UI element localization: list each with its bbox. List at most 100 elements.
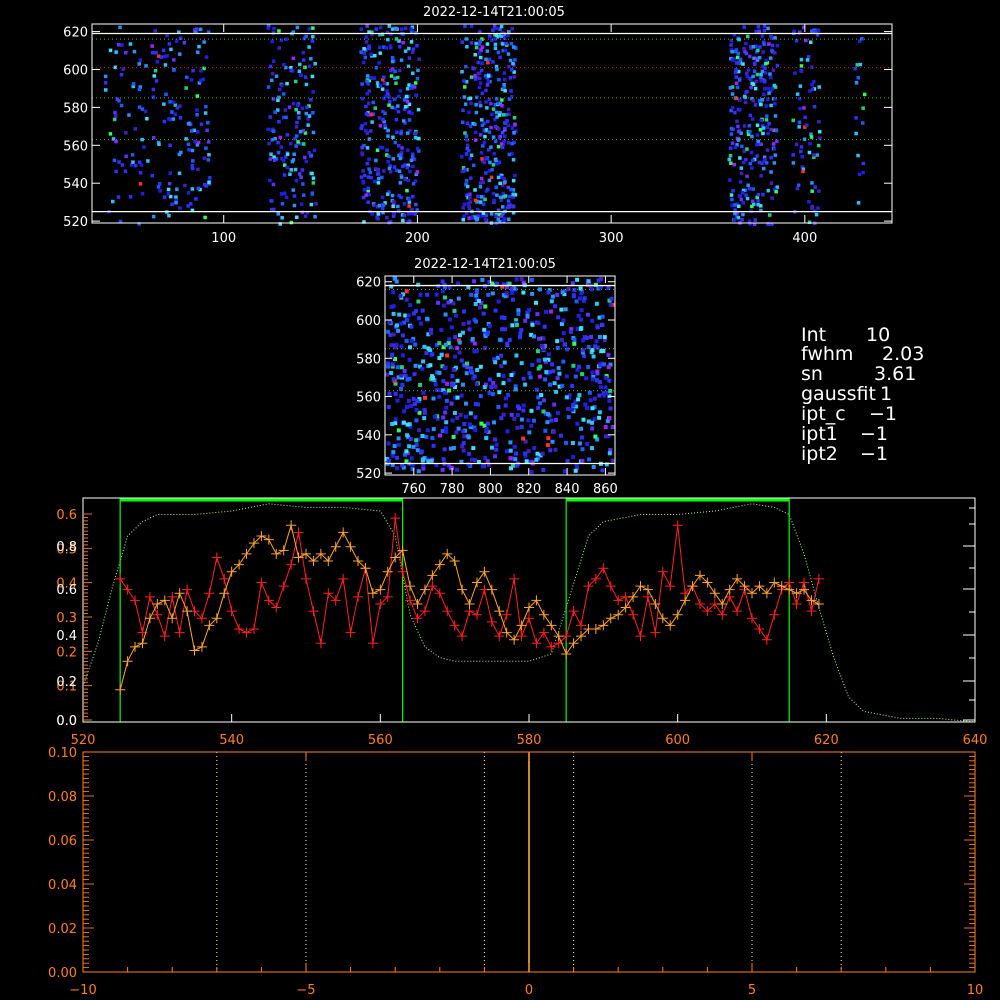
data-pixel bbox=[405, 100, 410, 104]
data-pixel bbox=[498, 337, 503, 342]
data-pixel bbox=[741, 212, 745, 217]
data-pixel bbox=[393, 276, 398, 281]
data-pixel bbox=[467, 110, 471, 115]
data-pixel bbox=[753, 86, 758, 91]
data-pixel bbox=[482, 346, 487, 350]
data-pixel bbox=[117, 160, 121, 164]
data-pixel bbox=[386, 441, 391, 446]
data-pixel bbox=[473, 198, 478, 203]
data-pixel bbox=[411, 182, 416, 186]
data-pixel bbox=[364, 40, 369, 44]
data-pixel bbox=[395, 323, 399, 328]
data-pixel bbox=[730, 50, 734, 54]
data-pixel bbox=[365, 74, 370, 78]
data-pixel bbox=[113, 110, 117, 115]
data-pixel bbox=[284, 195, 289, 199]
data-pixel bbox=[579, 435, 584, 440]
data-pixel bbox=[603, 425, 608, 429]
data-pixel bbox=[586, 365, 591, 369]
data-pixel bbox=[431, 427, 436, 432]
data-pixel bbox=[403, 26, 408, 30]
profile-line-panel: 520 540 560 580 600 620 6400.00.10.20.30.40.50… bbox=[56, 497, 987, 748]
data-pixel bbox=[304, 82, 309, 87]
data-pixel bbox=[861, 170, 865, 175]
data-pixel bbox=[117, 99, 121, 103]
data-pixel bbox=[484, 88, 488, 93]
data-pixel bbox=[393, 417, 398, 422]
data-pixel bbox=[400, 382, 405, 387]
data-pixel bbox=[486, 119, 490, 124]
data-pixel bbox=[763, 86, 767, 91]
data-pixel bbox=[310, 39, 315, 43]
data-pixel bbox=[483, 217, 488, 222]
data-pixel bbox=[484, 436, 489, 441]
data-pixel bbox=[409, 403, 414, 408]
data-pixel bbox=[443, 426, 448, 431]
data-pixel bbox=[728, 86, 733, 90]
data-pixel bbox=[376, 217, 380, 221]
data-pixel bbox=[504, 449, 509, 454]
data-pixel bbox=[449, 446, 453, 451]
data-pixel bbox=[490, 392, 495, 397]
data-pixel bbox=[454, 313, 459, 318]
data-pixel bbox=[729, 193, 734, 197]
data-pixel bbox=[512, 444, 517, 449]
data-pixel bbox=[741, 201, 745, 205]
data-pixel bbox=[854, 116, 858, 120]
data-pixel bbox=[500, 175, 504, 180]
data-pixel bbox=[364, 35, 368, 39]
data-pixel bbox=[430, 352, 435, 357]
info-panel: Int 10 fwhm 2.03 sn 3.61 gaussfit 1 ipt_… bbox=[801, 324, 924, 465]
data-pixel bbox=[570, 384, 575, 388]
data-pixel bbox=[178, 206, 182, 210]
y-tick-label: 620 bbox=[63, 26, 88, 41]
data-pixel bbox=[461, 108, 465, 112]
data-pixel bbox=[124, 154, 128, 158]
data-pixel bbox=[470, 337, 475, 341]
data-pixel bbox=[478, 185, 483, 189]
data-pixel bbox=[508, 448, 513, 453]
data-pixel bbox=[608, 302, 613, 307]
data-pixel bbox=[528, 375, 533, 380]
data-pixel bbox=[205, 128, 209, 133]
data-pixel bbox=[500, 145, 505, 150]
data-pixel bbox=[168, 100, 172, 104]
data-pixel bbox=[273, 110, 277, 114]
data-pixel bbox=[414, 418, 419, 423]
data-pixel bbox=[462, 422, 467, 426]
data-pixel bbox=[408, 303, 413, 308]
data-pixel bbox=[760, 69, 765, 74]
data-pixel bbox=[276, 140, 280, 145]
data-pixel bbox=[770, 87, 775, 91]
data-pixel bbox=[385, 192, 390, 196]
data-pixel bbox=[809, 40, 813, 44]
data-pixel bbox=[811, 153, 816, 157]
data-pixel bbox=[474, 41, 478, 46]
data-pixel bbox=[508, 194, 512, 199]
data-pixel bbox=[469, 24, 474, 29]
data-pixel bbox=[513, 457, 518, 462]
data-pixel bbox=[541, 409, 546, 414]
data-pixel bbox=[810, 204, 814, 209]
zoom-spectrogram-panel: 2022-12-14T21:00:05 520 540 560 580 600 620 76… bbox=[356, 257, 618, 497]
data-pixel bbox=[376, 181, 381, 185]
x-tick-label: 800 bbox=[478, 482, 503, 497]
data-pixel bbox=[451, 368, 456, 372]
data-pixel bbox=[549, 418, 554, 423]
data-pixel bbox=[759, 142, 763, 146]
data-pixel bbox=[608, 388, 613, 393]
data-pixel bbox=[182, 41, 187, 45]
data-pixel bbox=[511, 297, 515, 302]
data-pixel bbox=[409, 456, 414, 461]
data-pixel bbox=[114, 50, 118, 54]
data-pixel bbox=[291, 188, 295, 192]
data-pixel bbox=[744, 41, 748, 46]
data-pixel bbox=[441, 303, 446, 308]
data-pixel bbox=[579, 308, 584, 313]
data-pixel bbox=[432, 414, 437, 419]
data-pixel bbox=[395, 130, 399, 134]
data-pixel bbox=[484, 427, 489, 432]
data-pixel bbox=[387, 95, 392, 100]
data-pixel bbox=[418, 321, 423, 326]
data-pixel bbox=[817, 189, 821, 193]
